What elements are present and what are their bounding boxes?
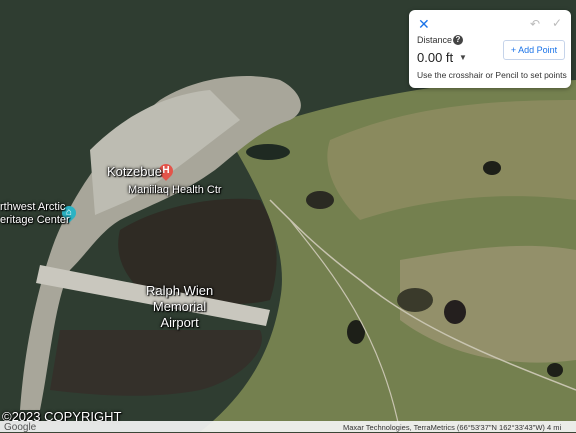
google-logo: Google xyxy=(4,422,37,433)
measure-hint-text: Use the crosshair or Pencil to set point… xyxy=(417,70,567,80)
check-icon[interactable]: ✓ xyxy=(552,16,562,30)
pond xyxy=(547,363,563,377)
pond xyxy=(306,191,334,209)
airport-label-line2: Memorial xyxy=(152,299,207,314)
add-point-button[interactable]: + Add Point xyxy=(503,40,565,60)
pond xyxy=(444,300,466,324)
unit-dropdown-icon[interactable]: ▼ xyxy=(459,53,467,62)
town-label[interactable]: Kotzebue xyxy=(107,164,162,179)
undo-icon[interactable]: ↶ xyxy=(530,17,540,31)
pond xyxy=(483,161,501,175)
help-icon[interactable]: ? xyxy=(453,35,463,45)
airport-label[interactable]: Ralph Wien Memorial Airport xyxy=(146,283,213,331)
distance-value[interactable]: 0.00 ft xyxy=(417,50,453,65)
pond xyxy=(246,144,290,160)
close-icon[interactable]: ✕ xyxy=(418,16,430,33)
airport-label-line3: Airport xyxy=(160,315,199,330)
hospital-label[interactable]: Maniilaq Health Ctr xyxy=(128,184,222,196)
measure-distance-panel: ✕ ↶ ✓ Distance ? 0.00 ft ▼ + Add Point U… xyxy=(409,10,571,88)
heritage-center-label-line2[interactable]: eritage Center xyxy=(0,214,70,226)
pond xyxy=(397,288,433,312)
airport-label-line1: Ralph Wien xyxy=(146,283,214,298)
distance-label: Distance xyxy=(417,35,453,45)
heritage-center-label-line1[interactable]: rthwest Arctic xyxy=(0,201,65,213)
map-attribution: Maxar Technologies, TerraMetrics (66°53'… xyxy=(343,423,562,432)
